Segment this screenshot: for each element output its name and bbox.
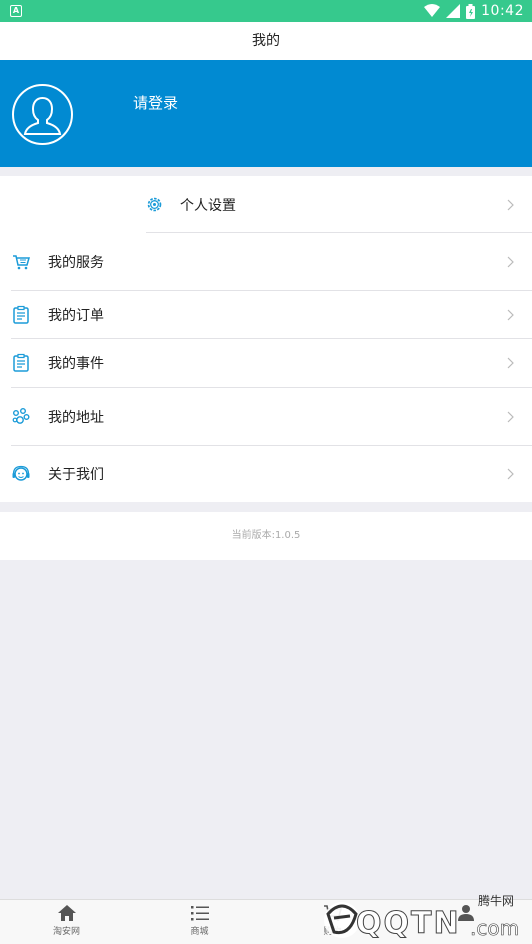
clipboard-icon — [13, 305, 29, 324]
chevron-right-icon — [507, 199, 514, 210]
menu-item-about[interactable]: 关于我们 — [0, 446, 532, 502]
menu-item-label: 我的地址 — [48, 409, 104, 426]
clipboard-icon — [13, 353, 29, 372]
page-title: 我的 — [0, 22, 532, 60]
watermark-suffix: .com — [470, 916, 520, 941]
location-icon — [12, 407, 30, 424]
menu-item-orders[interactable]: 我的订单 — [0, 291, 532, 339]
profile-header[interactable]: 请登录 — [0, 60, 532, 167]
support-icon — [12, 465, 30, 481]
tab-label: 商城 — [190, 927, 209, 937]
menu-list: 个人设置 我的服务 我的订单 我的事件 我的地址 关于我们 — [0, 176, 532, 502]
home-icon — [57, 905, 76, 921]
watermark-cn: 腾牛网 — [477, 894, 514, 908]
version-text: 当前版本:1.0.5 — [0, 512, 532, 560]
chevron-right-icon — [507, 357, 514, 369]
menu-item-label: 关于我们 — [48, 467, 104, 483]
cart-icon — [13, 254, 30, 269]
status-time: 10:42 — [481, 3, 524, 19]
tab-label: 淘安网 — [52, 927, 80, 937]
tab-home[interactable]: 淘安网 — [0, 900, 133, 944]
chevron-right-icon — [507, 256, 514, 267]
android-icon: A — [10, 5, 22, 17]
watermark-en: QQTN — [356, 906, 461, 942]
menu-item-label: 我的事件 — [48, 356, 104, 372]
menu-item-label: 我的服务 — [48, 254, 104, 271]
menu-item-address[interactable]: 我的地址 — [0, 388, 532, 445]
watermark: 腾牛网 QQTN .com — [320, 892, 532, 944]
menu-item-services[interactable]: 我的服务 — [0, 233, 532, 290]
chevron-right-icon — [507, 411, 514, 422]
chevron-right-icon — [507, 309, 514, 321]
user-avatar-icon[interactable] — [12, 84, 73, 145]
chevron-right-icon — [507, 468, 514, 480]
signal-icon — [446, 4, 461, 18]
gear-icon — [147, 197, 162, 212]
battery-icon — [466, 3, 476, 19]
status-bar: A 10:42 — [0, 0, 532, 22]
menu-item-label: 我的订单 — [48, 308, 104, 324]
login-prompt[interactable]: 请登录 — [133, 92, 178, 113]
menu-item-settings[interactable]: 个人设置 — [0, 176, 532, 233]
tab-mall[interactable]: 商城 — [133, 900, 266, 944]
list-icon — [190, 906, 209, 921]
menu-item-label: 个人设置 — [180, 197, 236, 214]
wifi-icon — [424, 4, 441, 17]
menu-item-events[interactable]: 我的事件 — [0, 339, 532, 387]
